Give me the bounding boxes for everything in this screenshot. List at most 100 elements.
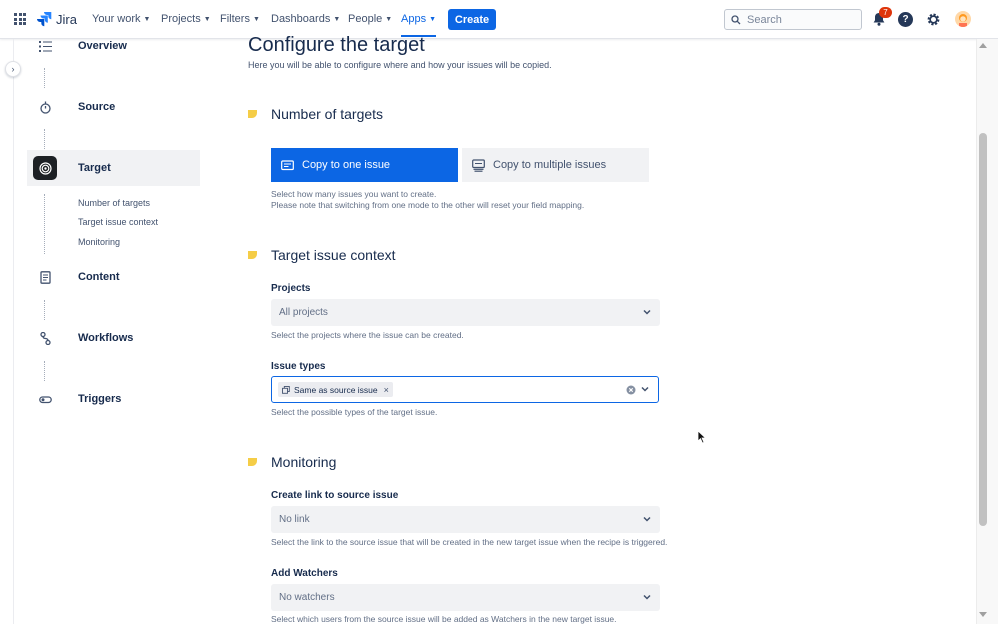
step-connector: [44, 194, 45, 254]
chevron-down-icon: ▼: [333, 16, 341, 23]
substep-monitoring[interactable]: Monitoring: [78, 237, 120, 247]
sidebar-step-label: Source: [78, 101, 116, 113]
chevron-down-icon: ▼: [429, 16, 437, 23]
step-connector: [44, 300, 45, 320]
nav-dashboards[interactable]: Dashboards ▼: [271, 13, 340, 25]
sidebar-step-label: Triggers: [78, 393, 122, 405]
copy-to-one-issue-button[interactable]: Copy to one issue: [271, 148, 458, 182]
nav-apps-label: Apps: [401, 13, 427, 25]
create-button[interactable]: Create: [448, 9, 496, 30]
chevron-down-icon[interactable]: [640, 384, 650, 394]
copy-icon: [282, 385, 290, 394]
step-connector: [44, 361, 45, 381]
issue-types-select[interactable]: Same as source issue ×: [271, 376, 659, 403]
section-marker-icon: [248, 110, 257, 118]
nav-people[interactable]: People ▼: [348, 13, 392, 25]
chevron-down-icon: ▼: [143, 16, 151, 23]
jira-logo-text: Jira: [56, 11, 77, 27]
target-icon: [33, 156, 57, 180]
nav-apps[interactable]: Apps ▼: [401, 13, 437, 37]
create-link-helper: Select the link to the source issue that…: [271, 537, 668, 547]
add-watchers-label: Add Watchers: [271, 568, 338, 579]
sidebar-step-label: Content: [78, 271, 120, 283]
section-title-number-of-targets: Number of targets: [271, 106, 384, 122]
projects-label: Projects: [271, 283, 311, 294]
sidebar-step-label: Overview: [78, 40, 127, 52]
jira-logo[interactable]: Jira: [36, 11, 77, 27]
add-watchers-helper: Select which users from the source issue…: [271, 614, 617, 624]
app-switcher-icon[interactable]: [14, 13, 26, 25]
section-title-target-issue-context: Target issue context: [271, 247, 396, 263]
scroll-down-arrow-icon[interactable]: [979, 612, 987, 617]
toggle-icon: [33, 387, 57, 411]
timer-icon: [33, 95, 57, 119]
chevron-down-icon: [643, 309, 651, 315]
number-of-targets-helper-2: Please note that switching from one mode…: [271, 200, 585, 210]
page-title: Configure the target: [248, 34, 425, 56]
mouse-pointer-icon: [697, 430, 707, 444]
chevron-down-icon: [643, 516, 651, 522]
search-box[interactable]: [724, 9, 862, 30]
nav-your-work[interactable]: Your work ▼: [92, 13, 150, 25]
user-avatar[interactable]: [955, 11, 971, 27]
issue-type-tag-label: Same as source issue: [294, 384, 378, 395]
sidebar-step-source[interactable]: Source: [27, 89, 200, 125]
copy-to-multiple-issues-label: Copy to multiple issues: [493, 159, 607, 171]
issue-type-tag: Same as source issue ×: [278, 382, 393, 397]
issue-types-helper: Select the possible types of the target …: [271, 407, 438, 417]
clear-selection-icon[interactable]: [626, 385, 636, 395]
create-link-label: Create link to source issue: [271, 490, 399, 501]
section-title-monitoring: Monitoring: [271, 454, 337, 470]
jira-logo-icon: [37, 12, 52, 27]
list-icon: [33, 34, 57, 58]
single-issue-icon: [281, 159, 294, 170]
nav-people-label: People: [348, 13, 383, 25]
sidebar-divider: [13, 39, 14, 624]
chevron-down-icon: ▼: [252, 16, 260, 23]
nav-dashboards-label: Dashboards: [271, 13, 331, 25]
notifications-badge: 7: [879, 7, 892, 18]
projects-select[interactable]: All projects: [271, 299, 660, 326]
section-marker-icon: [248, 458, 257, 466]
step-connector: [44, 68, 45, 88]
avatar-image: [955, 11, 971, 27]
sidebar-step-workflows[interactable]: Workflows: [27, 320, 200, 356]
projects-helper: Select the projects where the issue can …: [271, 330, 464, 340]
step-connector: [44, 129, 45, 149]
sidebar-step-target[interactable]: Target: [27, 150, 200, 186]
chevron-down-icon: ▼: [385, 16, 393, 23]
sidebar-step-label: Workflows: [78, 332, 134, 344]
sidebar-step-triggers[interactable]: Triggers: [27, 381, 200, 417]
document-icon: [33, 265, 57, 289]
scrollbar-thumb[interactable]: [979, 133, 987, 526]
add-watchers-select[interactable]: No watchers: [271, 584, 660, 611]
nav-filters[interactable]: Filters ▼: [220, 13, 260, 25]
projects-select-value: All projects: [279, 307, 328, 318]
number-of-targets-helper-1: Select how many issues you want to creat…: [271, 189, 437, 199]
nav-your-work-label: Your work: [92, 13, 141, 25]
nav-filters-label: Filters: [220, 13, 250, 25]
chevron-down-icon: [643, 594, 651, 600]
scroll-up-arrow-icon[interactable]: [979, 43, 987, 48]
search-input[interactable]: [747, 13, 847, 26]
create-link-select-value: No link: [279, 514, 310, 525]
nav-projects-label: Projects: [161, 13, 201, 25]
create-link-select[interactable]: No link: [271, 506, 660, 533]
nav-projects[interactable]: Projects ▼: [161, 13, 211, 25]
settings-gear-icon[interactable]: [926, 12, 941, 27]
remove-tag-icon[interactable]: ×: [384, 385, 389, 395]
search-icon: [731, 14, 741, 24]
multiple-issues-icon: [472, 158, 485, 172]
chevron-down-icon: ▼: [203, 16, 211, 23]
sidebar-step-label: Target: [78, 162, 111, 174]
substep-number-of-targets[interactable]: Number of targets: [78, 198, 150, 208]
issue-types-label: Issue types: [271, 361, 326, 372]
help-icon[interactable]: ?: [898, 12, 913, 27]
add-watchers-select-value: No watchers: [279, 592, 335, 603]
sidebar-step-content[interactable]: Content: [27, 259, 200, 295]
copy-to-multiple-issues-button[interactable]: Copy to multiple issues: [462, 148, 649, 182]
substep-target-issue-context[interactable]: Target issue context: [78, 217, 158, 227]
copy-to-one-issue-label: Copy to one issue: [302, 159, 391, 171]
expand-sidebar-chevron-icon[interactable]: ›: [5, 61, 21, 77]
sidebar-step-overview[interactable]: Overview: [27, 28, 200, 64]
